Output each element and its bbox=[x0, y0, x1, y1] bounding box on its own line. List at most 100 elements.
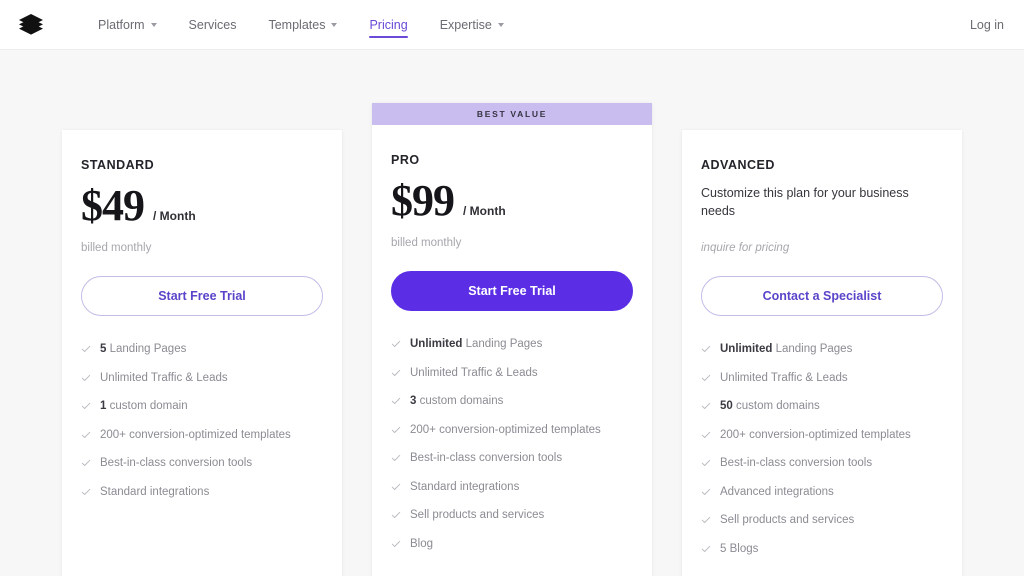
feature-list: Unlimited Landing Pages Unlimited Traffic… bbox=[391, 337, 633, 576]
cta-top-advanced[interactable]: Contact a Specialist bbox=[701, 276, 943, 316]
plan-period: / Month bbox=[153, 209, 196, 223]
check-icon bbox=[391, 426, 401, 433]
feature-list: 5 Landing Pages Unlimited Traffic & Leads… bbox=[81, 342, 323, 576]
nav-item-label: Templates bbox=[268, 17, 326, 32]
check-icon bbox=[81, 402, 91, 409]
pricing-plans: STANDARD $49 / Month billed monthly Start Fr… bbox=[0, 50, 1024, 576]
feature-item: Unlimited Traffic & Leads bbox=[391, 366, 633, 395]
feature-text: Best-in-class conversion tools bbox=[720, 457, 873, 469]
check-icon bbox=[701, 545, 711, 552]
custom-plan-copy: Customize this plan for your business ne… bbox=[701, 186, 909, 219]
feature-label: 50 custom domains bbox=[720, 400, 820, 413]
check-icon bbox=[701, 459, 711, 466]
nav-item-templates[interactable]: Templates bbox=[252, 0, 353, 49]
feature-item: Sell products and services bbox=[391, 508, 633, 537]
feature-item: Sell products and services bbox=[701, 513, 943, 542]
feature-highlight: Unlimited bbox=[720, 343, 773, 355]
site-header: Platform Services Templates Pricing Expertis… bbox=[0, 0, 1024, 50]
check-icon bbox=[701, 374, 711, 381]
feature-text: Unlimited Traffic & Leads bbox=[410, 366, 538, 379]
feature-text: Standard integrations bbox=[410, 480, 520, 493]
feature-label: Best-in-class conversion tools bbox=[410, 452, 562, 465]
feature-label: Sell products and services bbox=[720, 514, 855, 527]
feature-highlight: 5 bbox=[100, 343, 107, 355]
check-icon bbox=[81, 431, 91, 438]
chevron-down-icon bbox=[331, 23, 338, 27]
feature-text: Standard integrations bbox=[100, 485, 210, 498]
feature-text: Unlimited Traffic & Leads bbox=[100, 371, 228, 384]
feature-label: 200+ conversion-optimized templates bbox=[410, 423, 601, 437]
feature-item: 3 custom domains bbox=[391, 394, 633, 423]
feature-text: Unlimited Traffic & Leads bbox=[720, 371, 848, 384]
feature-text: 200+ conversion-optimized templates bbox=[100, 428, 291, 441]
feature-item: Advanced integrations bbox=[701, 485, 943, 514]
nav-item-services[interactable]: Services bbox=[173, 0, 253, 49]
chevron-down-icon bbox=[497, 23, 504, 27]
best-value-badge: BEST VALUE bbox=[372, 103, 652, 125]
feature-item: Best-in-class conversion tools bbox=[391, 451, 633, 480]
feature-label: 5 Landing Pages bbox=[100, 343, 187, 356]
login-link[interactable]: Log in bbox=[970, 18, 1006, 32]
feature-label: Standard integrations bbox=[100, 485, 210, 499]
feature-text: Landing Pages bbox=[465, 338, 543, 350]
nav-item-pricing[interactable]: Pricing bbox=[353, 0, 423, 49]
nav-item-label: Pricing bbox=[369, 17, 408, 32]
inquire-note: inquire for pricing bbox=[701, 242, 790, 254]
check-icon bbox=[81, 345, 91, 352]
check-icon bbox=[701, 516, 711, 523]
check-icon bbox=[701, 431, 711, 438]
price-row: $99 / Month bbox=[391, 179, 633, 225]
feature-text: custom domains bbox=[736, 400, 820, 412]
feature-item: 200+ conversion-optimized templates bbox=[81, 428, 323, 457]
feature-label: Best-in-class conversion tools bbox=[100, 457, 253, 470]
feature-text: Landing Pages bbox=[109, 343, 187, 355]
cta-top-pro[interactable]: Start Free Trial bbox=[391, 271, 633, 311]
check-icon bbox=[391, 454, 401, 461]
feature-item: Unlimited Landing Pages bbox=[701, 342, 943, 371]
plan-price: $99 bbox=[391, 176, 455, 225]
plan-name: ADVANCED bbox=[701, 158, 775, 172]
feature-label: 5 Blogs bbox=[720, 542, 759, 556]
feature-item: 1 custom domain bbox=[81, 399, 323, 428]
primary-nav: Platform Services Templates Pricing Expertis… bbox=[82, 0, 520, 49]
feature-label: Sell products and services bbox=[410, 509, 544, 522]
card-body: STANDARD $49 / Month billed monthly Start Fr… bbox=[81, 130, 323, 576]
feature-text: Best-in-class conversion tools bbox=[100, 457, 253, 469]
feature-label: Blog bbox=[410, 538, 433, 551]
feature-text: 200+ conversion-optimized templates bbox=[410, 423, 601, 436]
feature-highlight: 3 bbox=[410, 395, 417, 407]
card-body: ADVANCED Customize this plan for your bus… bbox=[701, 130, 943, 576]
nav-item-platform[interactable]: Platform bbox=[82, 0, 173, 49]
cta-top-standard[interactable]: Start Free Trial bbox=[81, 276, 323, 316]
feature-highlight: 50 bbox=[720, 400, 733, 412]
card-body: PRO $99 / Month billed monthly Start Free Tr… bbox=[391, 125, 633, 576]
check-icon bbox=[81, 374, 91, 381]
check-icon bbox=[391, 483, 401, 490]
feature-text: custom domains bbox=[419, 395, 504, 407]
feature-highlight: Unlimited bbox=[410, 338, 463, 350]
active-tab-underline bbox=[369, 36, 408, 38]
nav-item-expertise[interactable]: Expertise bbox=[424, 0, 520, 49]
pricing-card-advanced: ADVANCED Customize this plan for your bus… bbox=[682, 130, 962, 576]
plan-name: PRO bbox=[391, 153, 420, 167]
feature-label: 200+ conversion-optimized templates bbox=[100, 428, 291, 442]
feature-label: Standard integrations bbox=[410, 480, 520, 494]
feature-item: 200+ conversion-optimized templates bbox=[701, 428, 943, 457]
stacked-layers-logo[interactable] bbox=[14, 8, 48, 42]
feature-item: Unlimited Traffic & Leads bbox=[701, 371, 943, 400]
check-icon bbox=[391, 540, 401, 547]
feature-label: 3 custom domains bbox=[410, 395, 504, 408]
check-icon bbox=[701, 345, 711, 352]
check-icon bbox=[81, 459, 91, 466]
price-row: $49 / Month bbox=[81, 184, 323, 230]
feature-item: 5 Landing Pages bbox=[81, 342, 323, 371]
billing-note: billed monthly bbox=[391, 237, 462, 249]
feature-item: 50 custom domains bbox=[701, 399, 943, 428]
plan-price: $49 bbox=[81, 181, 145, 230]
feature-item: 200+ conversion-optimized templates bbox=[391, 423, 633, 452]
feature-text: 200+ conversion-optimized templates bbox=[720, 428, 911, 441]
pricing-card-standard: STANDARD $49 / Month billed monthly Start Fr… bbox=[62, 130, 342, 576]
feature-label: 1 custom domain bbox=[100, 400, 188, 413]
feature-text: Sell products and services bbox=[720, 514, 855, 526]
feature-text: 5 Blogs bbox=[720, 542, 759, 555]
